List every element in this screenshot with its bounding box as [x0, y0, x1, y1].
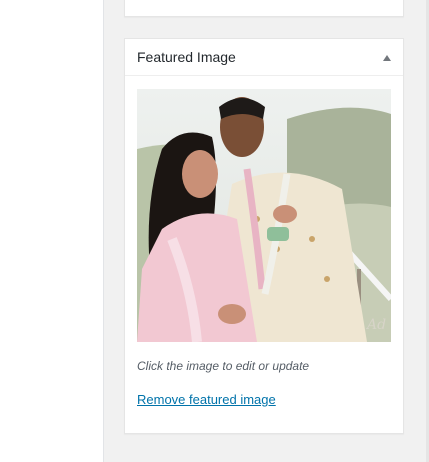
- wedding-photo-illustration: Ad: [137, 89, 391, 342]
- chevron-up-icon[interactable]: [383, 55, 391, 61]
- svg-text:Ad: Ad: [365, 317, 386, 333]
- featured-image-thumbnail[interactable]: Ad: [137, 89, 391, 342]
- remove-featured-image-link[interactable]: Remove featured image: [137, 392, 276, 407]
- panel-title: Featured Image: [137, 49, 236, 65]
- featured-image-panel: Featured Image Ad Click the image to edi…: [124, 38, 404, 434]
- panel-header[interactable]: Featured Image: [125, 39, 403, 76]
- editor-left-pane: [0, 0, 104, 462]
- previous-panel: [124, 0, 404, 17]
- edit-hint-text: Click the image to edit or update: [137, 359, 310, 373]
